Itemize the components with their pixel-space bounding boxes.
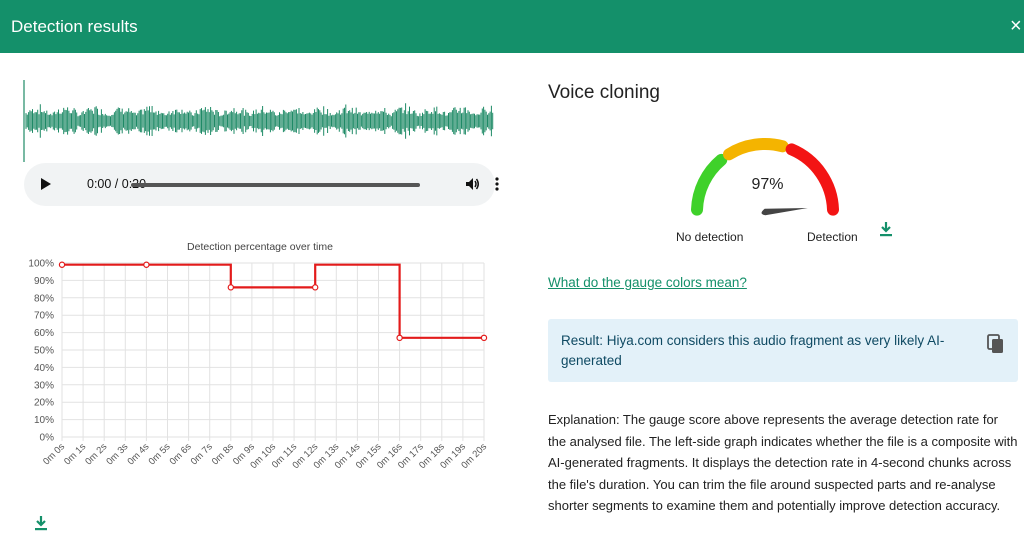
gauge-colors-link[interactable]: What do the gauge colors mean? bbox=[548, 275, 747, 290]
gauge-label-detection: Detection bbox=[807, 230, 858, 244]
chart-x-tick: 0m 0s bbox=[41, 441, 67, 467]
chart-x-tick: 0m 7s bbox=[189, 441, 215, 467]
audio-progress-bar[interactable] bbox=[131, 183, 420, 187]
gauge-label-no-detection: No detection bbox=[676, 230, 744, 244]
dialog-header: Detection results × bbox=[0, 0, 1024, 53]
gauge-segment-red bbox=[785, 143, 839, 216]
chart-y-tick: 50% bbox=[34, 346, 54, 357]
chart-point bbox=[143, 261, 150, 268]
volume-icon[interactable] bbox=[464, 176, 480, 192]
explanation-text: Explanation: The gauge score above repre… bbox=[548, 412, 1018, 513]
chart-y-tick: 100% bbox=[28, 259, 54, 270]
more-vertical-icon[interactable] bbox=[494, 176, 500, 192]
download-chart-icon[interactable] bbox=[33, 515, 49, 531]
chart-x-tick: 0m 6s bbox=[168, 441, 194, 467]
download-result-icon[interactable] bbox=[878, 221, 894, 237]
chart-point bbox=[480, 334, 488, 342]
chart-y-tick: 0% bbox=[40, 433, 55, 444]
gauge-needle bbox=[761, 208, 808, 216]
chart-y-tick: 90% bbox=[34, 276, 54, 287]
chart-x-tick: 0m 3s bbox=[104, 441, 130, 467]
gauge-segment-green bbox=[691, 153, 728, 216]
voice-cloning-title: Voice cloning bbox=[548, 82, 660, 103]
play-icon[interactable] bbox=[41, 178, 51, 190]
detection-chart: Detection percentage over time 0% 10% 20% 3… bbox=[28, 241, 489, 471]
chart-title: Detection percentage over time bbox=[187, 241, 333, 253]
waveform-path bbox=[25, 103, 494, 139]
chart-x-tick: 0m 1s bbox=[62, 441, 88, 467]
chart-y-tick: 60% bbox=[34, 328, 54, 339]
chart-y-tick: 30% bbox=[34, 380, 54, 391]
chart-y-tick: 70% bbox=[34, 311, 54, 322]
result-box: Result: Hiya.com considers this audio fr… bbox=[548, 319, 1018, 382]
copy-icon[interactable] bbox=[987, 334, 1005, 354]
chart-x-tick: 0m 5s bbox=[147, 441, 173, 467]
chart-x-tick: 0m 2s bbox=[83, 441, 109, 467]
chart-point bbox=[58, 261, 66, 268]
chart-y-tick: 10% bbox=[34, 415, 54, 426]
dialog-title: Detection results bbox=[11, 16, 138, 36]
chart-y-tick: 40% bbox=[34, 363, 54, 374]
audio-waveform[interactable] bbox=[23, 78, 495, 164]
chart-y-tick: 20% bbox=[34, 398, 54, 409]
chart-y-tick: 80% bbox=[34, 293, 54, 304]
gauge-score: 97% bbox=[751, 176, 784, 193]
chart-point bbox=[396, 334, 403, 342]
chart-x-tick: 0m 4s bbox=[125, 441, 151, 467]
chart-point bbox=[312, 284, 319, 291]
gauge-segment-yellow bbox=[723, 137, 789, 161]
close-icon[interactable]: × bbox=[1010, 14, 1024, 38]
chart-point bbox=[227, 284, 234, 291]
result-text: Result: Hiya.com considers this audio fr… bbox=[561, 333, 945, 368]
chart-x-tick: 0m 8s bbox=[210, 441, 236, 467]
